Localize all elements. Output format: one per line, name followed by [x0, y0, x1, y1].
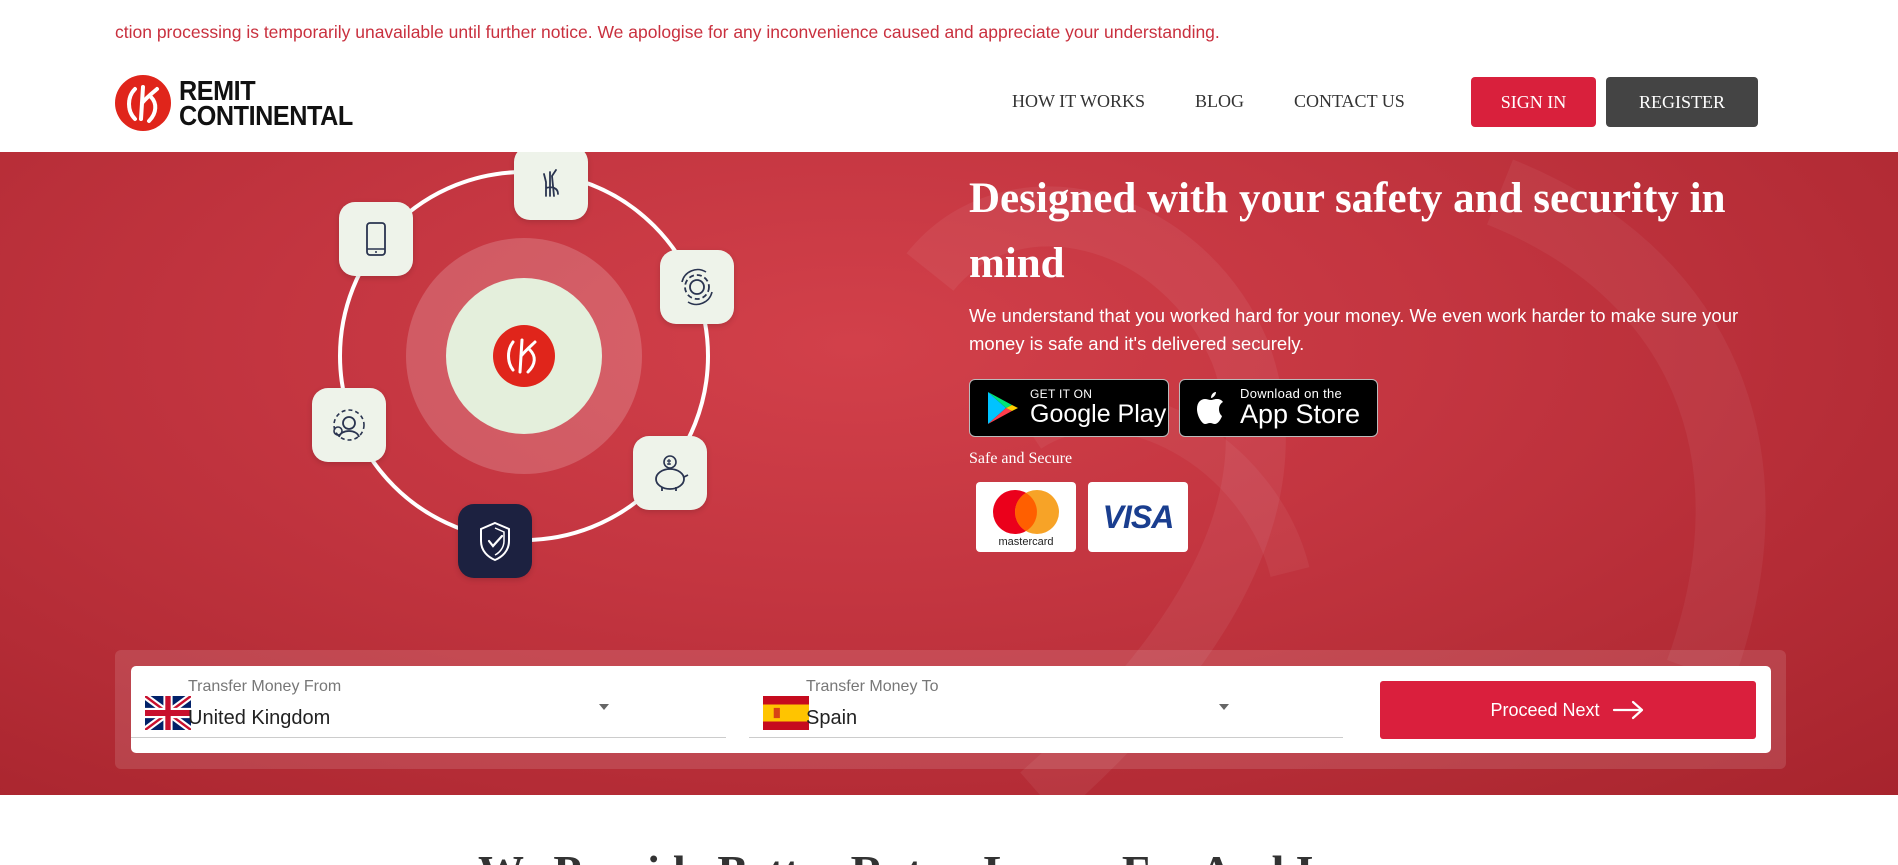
proceed-next-button[interactable]: Proceed Next — [1380, 681, 1756, 739]
chevron-down-icon — [599, 704, 609, 710]
transfer-from-label: Transfer Money From — [188, 678, 342, 695]
brand-name: REMIT CONTINENTAL — [179, 77, 353, 131]
google-play-big: Google Play — [1030, 400, 1167, 428]
support-gear-icon — [312, 388, 386, 462]
sign-in-button[interactable]: SIGN IN — [1471, 77, 1596, 127]
gear-cycle-icon — [660, 250, 734, 324]
nav-blog[interactable]: BLOG — [1195, 91, 1244, 112]
maintenance-notice: ction processing is temporarily unavaila… — [115, 22, 1220, 42]
mastercard-text: mastercard — [998, 536, 1054, 548]
visa-text: VISA — [1102, 498, 1175, 535]
apple-icon — [1197, 392, 1223, 424]
spain-flag-icon — [763, 696, 809, 730]
app-store-button[interactable]: Download on the App Store — [1179, 379, 1378, 437]
hero-title: Designed with your safety and security i… — [969, 175, 1726, 287]
app-store-big: App Store — [1240, 399, 1361, 429]
chevron-down-icon — [1219, 704, 1229, 710]
phone-icon — [339, 202, 413, 276]
shield-check-icon — [458, 504, 532, 578]
google-play-button[interactable]: GET IT ON Google Play — [969, 379, 1169, 437]
proceed-next-label: Proceed Next — [1490, 699, 1600, 720]
register-button[interactable]: REGISTER — [1606, 77, 1758, 127]
section-title: We Provide Better Rates, Lower Fee And I… — [478, 845, 1443, 865]
transfer-form: Transfer Money From United Kingdom Trans… — [131, 666, 1771, 753]
transfer-from-value: United Kingdom — [188, 707, 331, 729]
google-play-icon — [988, 392, 1018, 424]
google-play-small: GET IT ON — [1030, 387, 1093, 401]
transfer-to-label: Transfer Money To — [806, 678, 939, 695]
uk-flag-icon — [145, 696, 191, 730]
brand-logo[interactable]: REMIT CONTINENTAL — [115, 75, 372, 131]
piggy-bank-icon — [633, 436, 707, 510]
nav-contact-us[interactable]: CONTACT US — [1294, 91, 1405, 112]
arrow-right-icon — [1612, 700, 1643, 720]
transfer-from-select[interactable]: Transfer Money From United Kingdom — [131, 666, 726, 738]
fingers-crossed-icon — [514, 152, 588, 220]
hero-section: Designed with your safety and security i… — [0, 152, 1898, 795]
brand-line2: CONTINENTAL — [179, 100, 353, 131]
safe-secure-label: Safe and Secure — [969, 450, 1073, 467]
nav-how-it-works[interactable]: HOW IT WORKS — [1012, 91, 1145, 112]
transfer-form-container: Transfer Money From United Kingdom Trans… — [115, 650, 1786, 769]
visa-logo: VISA — [1088, 482, 1188, 552]
transfer-to-value: Spain — [806, 707, 858, 729]
hero-subtitle: We understand that you worked hard for y… — [969, 305, 1739, 354]
mastercard-logo: mastercard — [976, 482, 1076, 552]
transfer-to-select[interactable]: Transfer Money To Spain — [749, 666, 1343, 738]
logo-mark-icon — [115, 75, 171, 131]
site-header: REMIT CONTINENTAL HOW IT WORKS BLOG CONT… — [0, 60, 1898, 152]
